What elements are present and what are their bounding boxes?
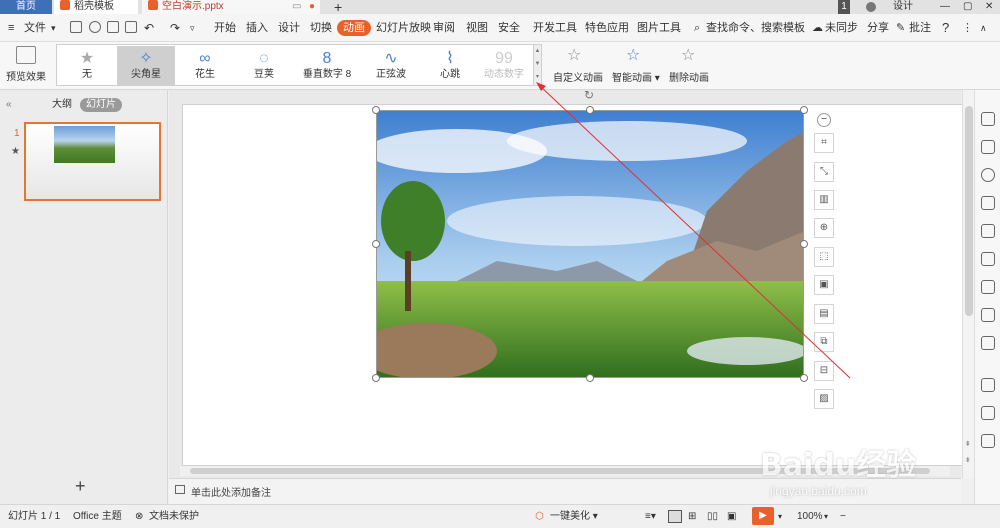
next-slide-icon[interactable]: ⇟ <box>965 456 971 464</box>
slide-sorter-icon[interactable]: ⊞ <box>688 510 696 524</box>
audio-pane-icon[interactable] <box>981 406 995 420</box>
presenter-view-icon[interactable]: ▣ <box>727 510 736 524</box>
toolbox-pane-icon[interactable] <box>981 336 995 350</box>
fill-pane-icon[interactable] <box>981 196 995 210</box>
beautify-label: 一键美化 <box>550 511 590 522</box>
shape-pane-icon[interactable] <box>981 168 995 182</box>
transition-pane-icon[interactable] <box>981 140 995 154</box>
chart-pane-icon[interactable] <box>981 252 995 266</box>
zoom-level[interactable]: 100% <box>797 510 823 524</box>
vertical-scroll-thumb[interactable] <box>965 106 973 316</box>
theme-name[interactable]: Office 主题 <box>73 510 122 524</box>
status-bar: 幻灯片 1 / 1 Office 主题 ⊗ 文档未保护 ⬡ 一键美化 ▾ ≡▾ … <box>0 504 1000 528</box>
picture-pane-icon[interactable] <box>981 378 995 392</box>
help-pane-icon[interactable] <box>981 434 995 448</box>
right-task-pane-bar <box>974 90 1000 504</box>
one-click-beautify-button[interactable]: 一键美化 ▾ <box>550 510 598 524</box>
beautify-icon: ⬡ <box>535 511 544 522</box>
notes-bar[interactable]: 单击此处添加备注 <box>169 478 961 504</box>
horizontal-scrollbar[interactable] <box>180 466 950 476</box>
slide-counter: 幻灯片 1 / 1 <box>8 511 61 522</box>
backup-pane-icon[interactable] <box>981 308 995 322</box>
vertical-scrollbar[interactable]: ⇞ ⇟ <box>962 90 974 478</box>
protect-icon: ⊗ <box>135 511 144 522</box>
play-options-icon[interactable]: ▾ <box>778 510 782 524</box>
normal-view-icon[interactable] <box>668 510 682 523</box>
reading-view-icon[interactable]: ▯▯ <box>707 510 718 524</box>
zoom-out-button[interactable]: − <box>840 510 846 524</box>
horizontal-scroll-thumb[interactable] <box>190 468 930 474</box>
document-protection-status[interactable]: 文档未保护 <box>149 510 199 524</box>
annotation-arrow <box>536 82 851 379</box>
notes-toggle-icon[interactable]: ≡▾ <box>645 510 656 524</box>
annotation-line <box>539 85 851 379</box>
properties-pane-icon[interactable] <box>981 224 995 238</box>
prev-slide-icon[interactable]: ⇞ <box>965 440 971 448</box>
play-slideshow-button[interactable]: ▶ <box>752 507 774 525</box>
animation-pane-icon[interactable] <box>981 112 995 126</box>
notes-icon <box>175 485 185 494</box>
zoom-dropdown-icon[interactable]: ▾ <box>824 510 828 524</box>
settings-pane-icon[interactable] <box>981 280 995 294</box>
notes-placeholder[interactable]: 单击此处添加备注 <box>191 484 271 499</box>
